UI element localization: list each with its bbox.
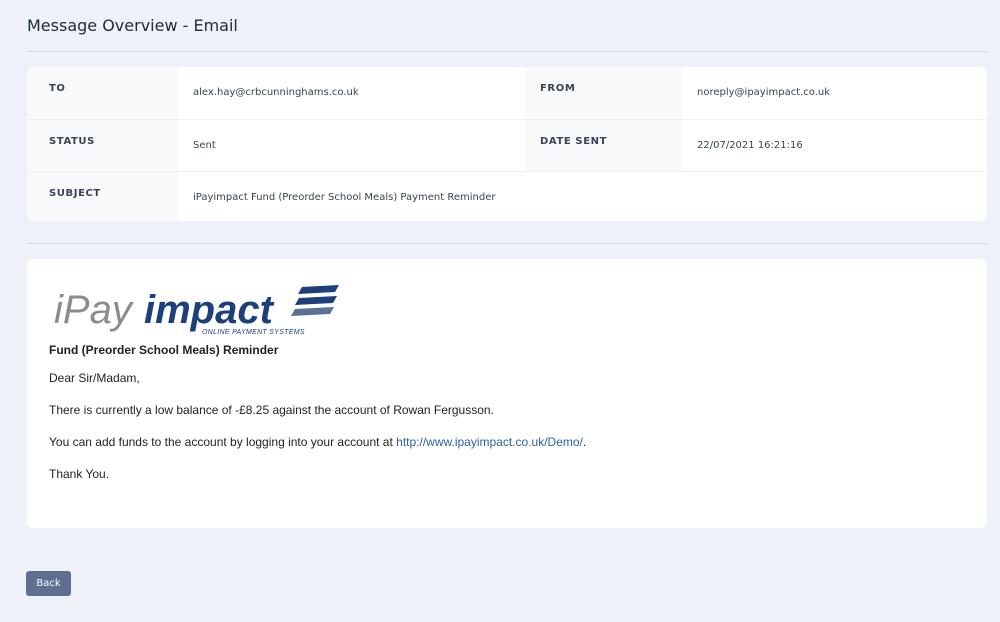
date-sent-label: DATE SENT: [525, 120, 682, 171]
logo-text-ipay: iPay: [54, 288, 135, 332]
logo-tagline: ONLINE PAYMENT SYSTEMS: [202, 329, 305, 336]
divider: [27, 51, 987, 52]
email-sign-off: Thank You.: [49, 467, 110, 481]
ipayimpact-logo: iPay impact ONLINE PAYMENT SYSTEMS: [54, 285, 339, 336]
email-funds-suffix: .: [582, 435, 587, 449]
email-body: Fund (Preorder School Meals) Reminder De…: [49, 343, 949, 499]
subject-value: iPayimpact Fund (Preorder School Meals) …: [193, 192, 496, 203]
details-row-status-date: STATUS Sent DATE SENT 22/07/2021 16:21:1…: [27, 119, 987, 171]
logo-text-impact: impact: [144, 288, 275, 332]
status-value: Sent: [193, 140, 216, 151]
back-button[interactable]: Back: [26, 571, 71, 596]
subject-label: SUBJECT: [27, 172, 178, 221]
email-balance-line: There is currently a low balance of -£8.…: [49, 403, 494, 417]
details-row-to-from: TO alex.hay@crbcunninghams.co.uk FROM no…: [27, 67, 987, 119]
message-details-card: TO alex.hay@crbcunninghams.co.uk FROM no…: [27, 67, 987, 221]
divider: [27, 243, 987, 244]
status-label: STATUS: [27, 120, 178, 171]
email-preview-card: iPay impact ONLINE PAYMENT SYSTEMS Fund …: [27, 259, 987, 528]
logo-swoosh-icon: [291, 285, 339, 316]
email-heading: Fund (Preorder School Meals) Reminder: [49, 343, 279, 357]
from-value: noreply@ipayimpact.co.uk: [697, 87, 831, 98]
date-sent-value: 22/07/2021 16:21:16: [697, 140, 803, 151]
from-label: FROM: [525, 67, 682, 119]
details-row-subject: SUBJECT iPayimpact Fund (Preorder School…: [27, 171, 987, 221]
email-greeting: Dear Sir/Madam,: [49, 371, 140, 385]
page-title: Message Overview - Email: [27, 16, 238, 35]
ipayimpact-demo-link[interactable]: http://www.ipayimpact.co.uk/Demo/: [396, 435, 583, 449]
to-value: alex.hay@crbcunninghams.co.uk: [193, 87, 359, 98]
email-funds-text: You can add funds to the account by logg…: [49, 435, 397, 449]
email-funds-line: You can add funds to the account by logg…: [49, 435, 949, 450]
to-label: TO: [27, 67, 178, 119]
